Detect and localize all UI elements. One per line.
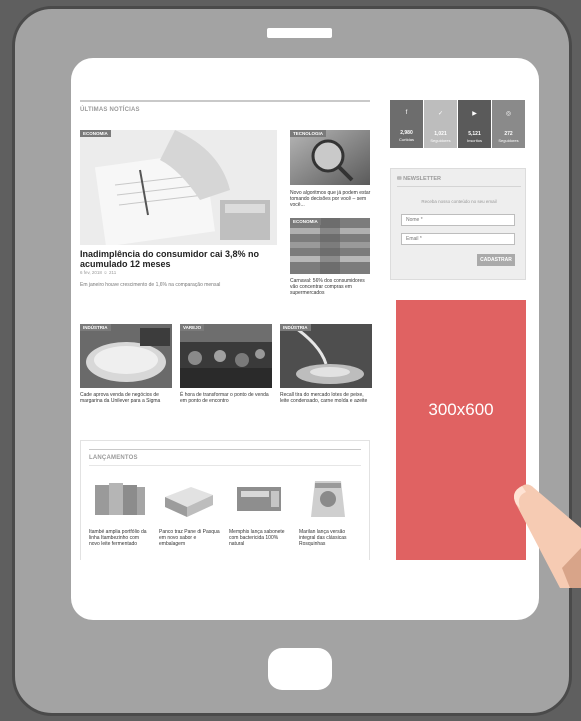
twitter-icon: ✓ — [437, 111, 444, 117]
newsletter-name-input[interactable] — [401, 214, 515, 226]
newsletter-email-input[interactable] — [401, 233, 515, 245]
main-story-summary: Em janeiro houve crescimento de 1,6% na … — [80, 282, 221, 288]
section-divider — [89, 465, 361, 466]
launch-product-image[interactable] — [161, 477, 216, 521]
category-tag[interactable]: VAREJO — [180, 324, 205, 331]
side-story-headline[interactable]: Carnaval: 56% dos consumidores vão conce… — [290, 278, 372, 296]
row-story-headline[interactable]: Recall tira do mercado lotes de peixe, l… — [280, 392, 374, 404]
tablet-screen: ÚLTIMAS NOTÍCIAS ECONOMIA Inadimplência … — [71, 58, 539, 620]
social-label: Seguidores — [430, 138, 451, 143]
social-count: 1,021 — [434, 131, 447, 137]
section-divider — [89, 449, 361, 450]
newsletter-box: ✉ NEWSLETTER Receba nosso conteúdo no se… — [390, 168, 526, 280]
main-story-meta: 6 fev, 2018 ☺ 211 — [80, 270, 117, 275]
product-soap-box-icon — [237, 487, 281, 511]
finger-pointer-icon — [514, 484, 581, 588]
social-twitter[interactable]: ✓ 1,021 Seguidores — [424, 100, 457, 148]
launch-product-image[interactable] — [91, 477, 146, 521]
social-label: Seguidores — [498, 138, 519, 143]
tablet-home-button[interactable] — [268, 648, 332, 690]
newsletter-description: Receba nosso conteúdo no seu email — [421, 199, 497, 204]
launch-caption[interactable]: Itambé amplia portfólio da linha Itambez… — [89, 529, 151, 547]
launches-box: LANÇAMENTOS Itambé amplia portfólio da l… — [80, 440, 370, 560]
category-tag[interactable]: INDÚSTRIA — [280, 324, 311, 331]
launch-product-image[interactable] — [301, 477, 356, 521]
category-tag[interactable]: ECONOMIA — [80, 130, 111, 137]
row-story-headline[interactable]: É hora de transformar o ponto de venda e… — [180, 392, 274, 404]
social-count: 2,980 — [400, 130, 413, 136]
tablet-speaker — [267, 28, 332, 38]
category-tag[interactable]: TECNOLOGIA — [290, 130, 326, 137]
social-count: 5,121 — [468, 131, 481, 137]
side-story-image[interactable]: TECNOLOGIA — [290, 130, 370, 185]
social-label: Curtidas — [399, 137, 414, 142]
launch-caption[interactable]: Marilan lança versão integral das clássi… — [299, 529, 361, 547]
social-label: Inscritos — [467, 138, 482, 143]
main-story-image[interactable]: ECONOMIA — [80, 130, 277, 245]
newsletter-title: ✉ NEWSLETTER — [397, 176, 442, 182]
youtube-icon: ▶ — [472, 111, 477, 117]
instagram-icon: ◎ — [505, 111, 512, 117]
photo-store-crowd-icon — [180, 324, 272, 388]
row-story-headline[interactable]: Cade aprova venda de negócios de margari… — [80, 392, 174, 404]
section-divider — [80, 100, 370, 102]
row-story-image[interactable]: VAREJO — [180, 324, 272, 388]
photo-hand-with-calculator-icon — [80, 130, 277, 245]
photo-bread-margarine-icon — [80, 324, 172, 388]
photo-oil-pouring-icon — [280, 324, 372, 388]
photo-supermarket-shelves-icon — [290, 218, 370, 274]
category-tag[interactable]: ECONOMIA — [290, 218, 321, 225]
section-title-latest-news: ÚLTIMAS NOTÍCIAS — [80, 107, 140, 113]
main-story-headline[interactable]: Inadimplência do consumidor cai 3,8% no … — [80, 249, 277, 269]
photo-magnifier-icon — [290, 130, 370, 185]
social-instagram[interactable]: ◎ 272 Seguidores — [492, 100, 525, 148]
section-title-launches: LANÇAMENTOS — [89, 455, 138, 461]
social-youtube[interactable]: ▶ 5,121 Inscritos — [458, 100, 491, 148]
side-story-headline[interactable]: Novo algoritmos que já podem estar toman… — [290, 190, 372, 208]
newsletter-divider — [397, 186, 521, 187]
product-milk-boxes-icon — [95, 483, 145, 515]
website-content: ÚLTIMAS NOTÍCIAS ECONOMIA Inadimplência … — [80, 100, 538, 560]
launch-caption[interactable]: Memphis lança sabonete com bactericida 1… — [229, 529, 291, 547]
side-story-image[interactable]: ECONOMIA — [290, 218, 370, 274]
launch-product-image[interactable] — [231, 477, 286, 521]
product-cookie-bag-icon — [311, 481, 345, 517]
row-story-image[interactable]: INDÚSTRIA — [80, 324, 172, 388]
social-count: 272 — [504, 131, 513, 137]
category-tag[interactable]: INDÚSTRIA — [80, 324, 111, 331]
ad-size-label: 300x600 — [428, 400, 494, 419]
product-pane-box-icon — [165, 487, 213, 517]
social-facebook[interactable]: f 2,980 Curtidas — [390, 100, 423, 148]
row-story-image[interactable]: INDÚSTRIA — [280, 324, 372, 388]
newsletter-submit-button[interactable]: CADASTRAR — [477, 254, 515, 266]
facebook-icon: f — [405, 110, 408, 116]
launch-caption[interactable]: Panco traz Pane di Pasqua em novo sabor … — [159, 529, 221, 547]
